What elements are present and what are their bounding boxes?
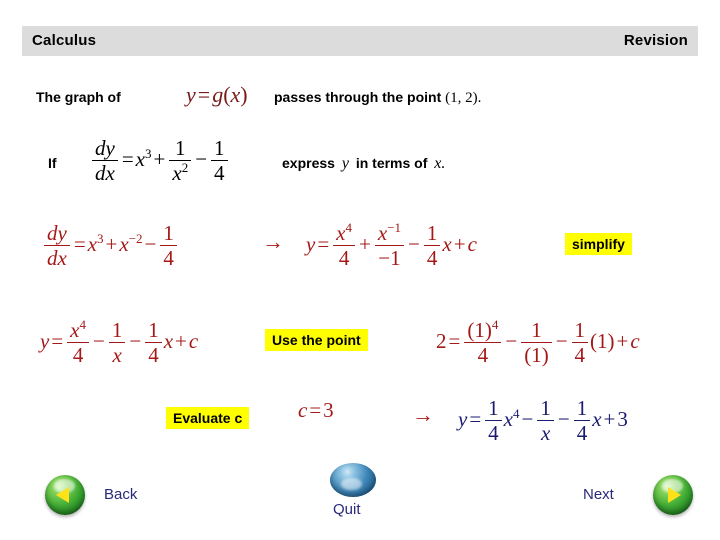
work-line-4-value: c=3: [298, 398, 334, 422]
header-subtitle: Revision: [623, 32, 688, 49]
callout-evaluate-c: Evaluate c: [166, 407, 250, 429]
callout-use-the-point: Use the point: [265, 329, 368, 351]
instruction-text: express y in terms of x.: [282, 155, 448, 173]
instruction-pre: express: [282, 155, 335, 171]
page-title: Calculus: [32, 32, 97, 49]
statement-lead: The graph of: [36, 89, 121, 105]
instruction-var-y: y: [341, 155, 349, 172]
work-arrow-2: →: [412, 402, 434, 427]
instruction-var-x: x.: [434, 155, 446, 172]
arrow-right-icon: [668, 487, 681, 503]
callout-simplify: simplify: [565, 233, 632, 255]
statement-tail-text: passes through the point: [274, 89, 442, 105]
slide-root: Calculus Revision The graph of y=g(x) pa…: [0, 0, 720, 540]
if-label: If: [48, 155, 57, 171]
statement-tail: passes through the point (1, 2).: [274, 89, 481, 107]
work-line-2: y= x4 4−1 x −1 4 x+c: [40, 317, 199, 368]
work-line-3-substitution: 2= (1)4 4−1 (1) −1 4 (1)+c: [436, 317, 640, 368]
next-button[interactable]: [653, 475, 693, 515]
next-label[interactable]: Next: [583, 486, 614, 503]
work-line-1: dy dx =x3+x−2− 1 4: [42, 221, 179, 271]
instruction-mid: in terms of: [355, 155, 428, 171]
final-answer: y= 1 4 x4− 1 x −1 4 x+3: [458, 396, 628, 446]
back-button[interactable]: [45, 475, 85, 515]
arrow-left-icon: [56, 487, 69, 503]
quit-button[interactable]: [330, 463, 376, 497]
work-arrow-1: →: [262, 229, 284, 254]
work-line-1-result: y= x4 4 + x−1 −1−1 4 x+c: [306, 220, 477, 271]
back-label[interactable]: Back: [104, 486, 137, 503]
function-expression: y=g(x): [186, 82, 248, 107]
quit-label[interactable]: Quit: [333, 501, 361, 518]
statement-point: (1, 2).: [445, 90, 482, 106]
given-derivative-equation: dy dx =x3+ 1 x2−1 4: [90, 136, 230, 186]
